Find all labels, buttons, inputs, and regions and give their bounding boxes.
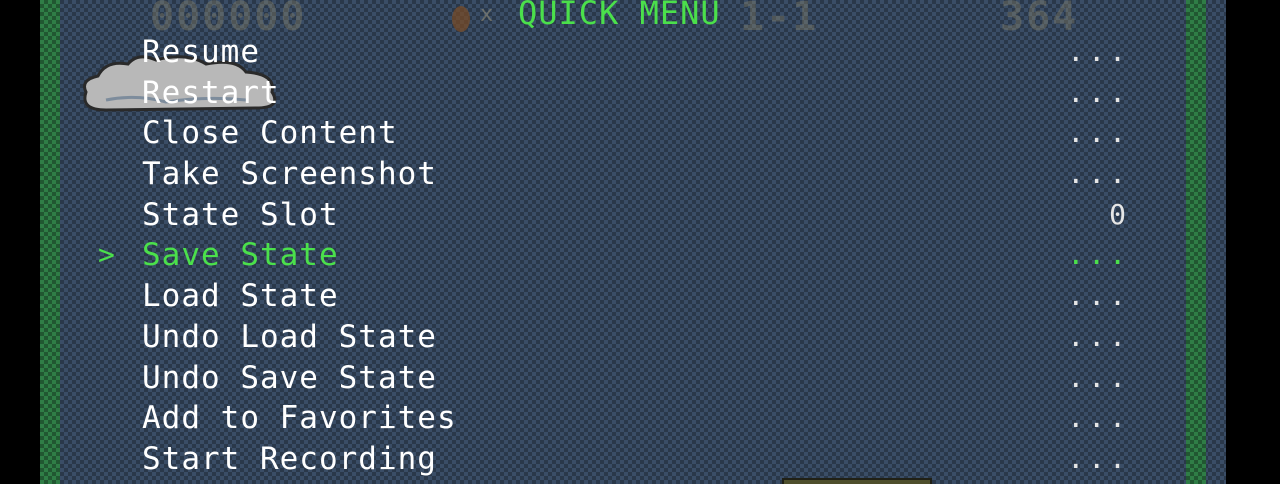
menu-item-value: ... bbox=[1067, 238, 1130, 272]
menu-item-label: Save State bbox=[142, 237, 339, 274]
menu-item[interactable]: Undo Save State... bbox=[40, 358, 1186, 399]
menu-item-label: Resume bbox=[142, 34, 260, 70]
menu-item-label: Load State bbox=[142, 278, 339, 315]
menu-item-label: State Slot bbox=[142, 196, 339, 233]
menu-item[interactable]: Close Content... bbox=[40, 113, 1186, 154]
menu-item-value: ... bbox=[1067, 116, 1130, 150]
menu-item-label: Undo Save State bbox=[142, 359, 437, 396]
menu-item-value: ... bbox=[1067, 441, 1130, 475]
menu-item-value: ... bbox=[1067, 319, 1130, 353]
menu-item[interactable]: Restart... bbox=[40, 73, 1186, 114]
menu-item[interactable]: Add to Favorites... bbox=[40, 398, 1186, 439]
menu-title: QUICK MENU bbox=[518, 0, 721, 32]
right-border-stripe bbox=[1186, 0, 1206, 484]
menu-item-label: Take Screenshot bbox=[142, 156, 437, 193]
menu-item[interactable]: Load State... bbox=[40, 276, 1186, 317]
selection-cursor-icon: > bbox=[98, 238, 115, 272]
menu-item-label: Start Recording bbox=[142, 440, 437, 477]
menu-item-label: Undo Load State bbox=[142, 318, 437, 355]
menu-item-value: 0 bbox=[1109, 197, 1130, 231]
menu-item[interactable]: Start Recording... bbox=[40, 439, 1186, 480]
menu-item-value: ... bbox=[1067, 360, 1130, 394]
menu-item-value: ... bbox=[1067, 35, 1130, 68]
menu-item-label: Add to Favorites bbox=[142, 400, 457, 437]
menu-item[interactable]: Resume... bbox=[40, 32, 1186, 73]
hud-coin-multiplier: x bbox=[480, 2, 494, 27]
menu-item[interactable]: State Slot 0 bbox=[40, 195, 1186, 236]
menu-item-value: ... bbox=[1067, 157, 1130, 191]
menu-item-value: ... bbox=[1067, 401, 1130, 435]
game-screen: 000000 x 1-1 364 QUICK MENU Resume... Res… bbox=[40, 0, 1226, 484]
menu-item-value: ... bbox=[1067, 75, 1130, 109]
menu-item[interactable]: Take Screenshot... bbox=[40, 154, 1186, 195]
menu-item[interactable]: > Save State... bbox=[40, 235, 1186, 276]
menu-item-value: ... bbox=[1067, 279, 1130, 313]
quick-menu-list: Resume... Restart... Close Content... Take … bbox=[40, 32, 1186, 480]
menu-item-label: Restart bbox=[142, 74, 280, 111]
coin-icon bbox=[452, 6, 470, 32]
menu-item-label: Close Content bbox=[142, 115, 398, 152]
menu-item[interactable]: Undo Load State... bbox=[40, 317, 1186, 358]
